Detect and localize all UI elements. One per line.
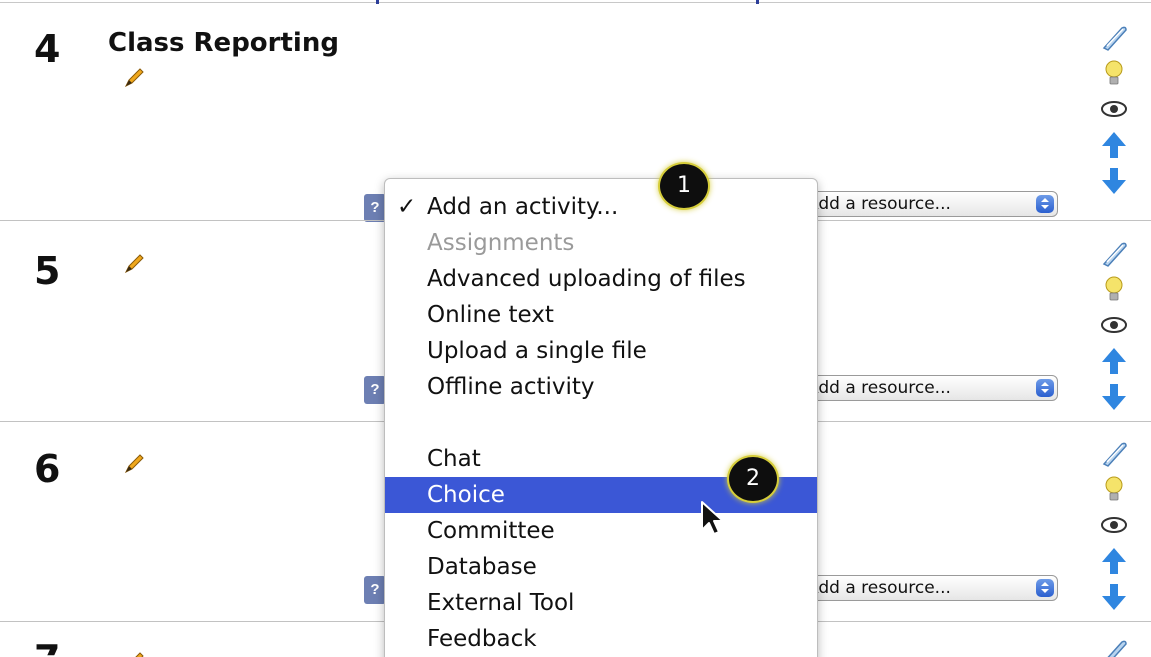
menu-item-online-text[interactable]: Online text bbox=[385, 297, 817, 333]
edit-summary-pencil-icon[interactable] bbox=[122, 66, 146, 90]
menu-item-label: Offline activity bbox=[427, 374, 595, 400]
edit-icon[interactable] bbox=[1098, 438, 1130, 468]
highlight-bulb-icon[interactable] bbox=[1098, 474, 1130, 504]
visibility-eye-icon[interactable] bbox=[1098, 94, 1130, 124]
menu-item-database[interactable]: Database bbox=[385, 549, 817, 585]
activity-help-icon[interactable]: ? bbox=[364, 576, 386, 604]
add-resource-select[interactable]: Add a resource... bbox=[796, 575, 1058, 601]
highlight-bulb-icon[interactable] bbox=[1098, 58, 1130, 88]
edit-summary-pencil-icon[interactable] bbox=[122, 252, 146, 276]
add-resource-select-label: Add a resource... bbox=[807, 194, 951, 214]
menu-item-label: External Tool bbox=[427, 590, 575, 616]
move-up-arrow-icon[interactable] bbox=[1098, 346, 1130, 376]
checkmark-icon: ✓ bbox=[397, 194, 417, 220]
menu-item-label: Committee bbox=[427, 518, 555, 544]
divider-mark bbox=[376, 0, 379, 4]
move-down-arrow-icon[interactable] bbox=[1098, 166, 1130, 196]
visibility-eye-icon[interactable] bbox=[1098, 310, 1130, 340]
add-resource-select[interactable]: Add a resource... bbox=[796, 191, 1058, 217]
mouse-pointer-icon bbox=[701, 501, 724, 535]
menu-item-label: Chat bbox=[427, 446, 481, 472]
menu-item-label: Add an activity... bbox=[427, 194, 619, 220]
move-up-arrow-icon[interactable] bbox=[1098, 130, 1130, 160]
add-resource-select-label: Add a resource... bbox=[807, 578, 951, 598]
activity-help-icon[interactable]: ? bbox=[364, 376, 386, 404]
divider-mark bbox=[756, 0, 759, 4]
menu-item-feedback[interactable]: Feedback bbox=[385, 621, 817, 657]
edit-summary-pencil-icon[interactable] bbox=[122, 452, 146, 476]
menu-item-label: Online text bbox=[427, 302, 554, 328]
edit-icon[interactable] bbox=[1098, 636, 1130, 657]
add-activity-dropdown-menu[interactable]: ✓ Add an activity... Assignments Advance… bbox=[384, 178, 818, 657]
menu-item-offline-activity[interactable]: Offline activity bbox=[385, 369, 817, 405]
menu-item-upload-single-file[interactable]: Upload a single file bbox=[385, 333, 817, 369]
add-resource-select[interactable]: Add a resource... bbox=[796, 375, 1058, 401]
section-number: 5 bbox=[34, 249, 61, 293]
edit-summary-pencil-icon[interactable] bbox=[122, 650, 146, 657]
menu-item-add-activity[interactable]: ✓ Add an activity... bbox=[385, 189, 817, 225]
select-stepper-icon bbox=[1036, 379, 1054, 397]
callout-badge-1: 1 bbox=[658, 162, 710, 210]
menu-item-label: Upload a single file bbox=[427, 338, 647, 364]
menu-group-label: Assignments bbox=[427, 230, 575, 256]
move-down-arrow-icon[interactable] bbox=[1098, 382, 1130, 412]
highlight-bulb-icon[interactable] bbox=[1098, 274, 1130, 304]
menu-item-committee[interactable]: Committee bbox=[385, 513, 817, 549]
section-number-partial: 7 bbox=[34, 640, 60, 655]
menu-item-advanced-uploading[interactable]: Advanced uploading of files bbox=[385, 261, 817, 297]
section-number: 6 bbox=[34, 447, 61, 491]
menu-group-assignments: Assignments bbox=[385, 225, 817, 261]
add-resource-select-label: Add a resource... bbox=[807, 378, 951, 398]
move-down-arrow-icon[interactable] bbox=[1098, 582, 1130, 612]
menu-item-label: Database bbox=[427, 554, 537, 580]
menu-item-external-tool[interactable]: External Tool bbox=[385, 585, 817, 621]
menu-item-label: Feedback bbox=[427, 626, 537, 652]
move-up-arrow-icon[interactable] bbox=[1098, 546, 1130, 576]
edit-icon[interactable] bbox=[1098, 238, 1130, 268]
top-divider bbox=[0, 0, 1151, 4]
callout-badge-2: 2 bbox=[727, 455, 779, 503]
section-number: 4 bbox=[34, 27, 61, 71]
visibility-eye-icon[interactable] bbox=[1098, 510, 1130, 540]
activity-help-icon[interactable]: ? bbox=[364, 194, 386, 222]
menu-item-label: Advanced uploading of files bbox=[427, 266, 746, 292]
edit-icon[interactable] bbox=[1098, 22, 1130, 52]
menu-item-label: Choice bbox=[427, 482, 505, 508]
select-stepper-icon bbox=[1036, 579, 1054, 597]
select-stepper-icon bbox=[1036, 195, 1054, 213]
section-title: Class Reporting bbox=[108, 28, 339, 58]
